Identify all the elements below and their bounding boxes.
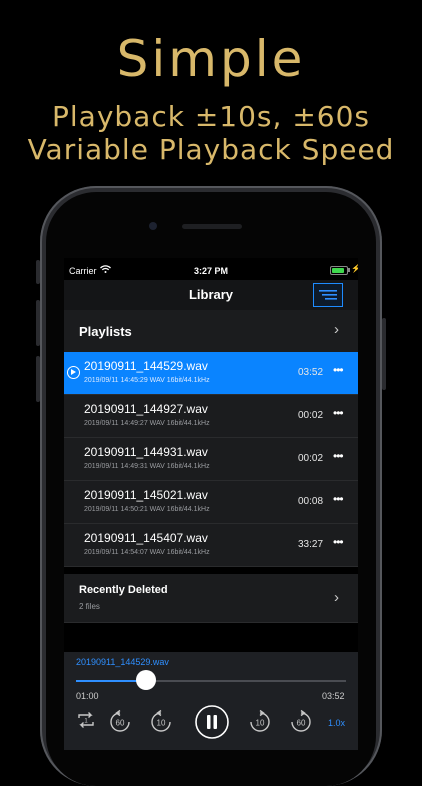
recently-deleted-count: 2 files: [79, 602, 100, 611]
recording-name: 20190911_145021.wav: [84, 488, 208, 502]
svg-text:1: 1: [84, 719, 88, 725]
rewind-60-label: 60: [116, 719, 125, 728]
forward-60-label: 60: [297, 719, 306, 728]
more-options-icon[interactable]: •••: [333, 363, 344, 377]
more-options-icon[interactable]: •••: [333, 492, 344, 506]
front-camera: [149, 222, 157, 230]
recording-meta: 2019/09/11 14:45:29 WAV 16bit/44.1kHz: [84, 377, 210, 384]
playlists-row[interactable]: Playlists ›: [64, 310, 358, 353]
recently-deleted-row[interactable]: Recently Deleted 2 files ›: [64, 574, 358, 623]
recently-deleted-label: Recently Deleted: [79, 584, 168, 596]
sort-filter-button[interactable]: [313, 283, 343, 307]
rewind-60-button[interactable]: 60: [107, 709, 133, 735]
recording-duration: 33:27: [298, 539, 324, 550]
recording-duration: 00:08: [298, 496, 324, 507]
rewind-10-button[interactable]: 10: [148, 709, 174, 735]
rewind-10-label: 10: [157, 719, 166, 728]
now-playing-title: 20190911_144529.wav: [76, 657, 169, 667]
playback-panel: 20190911_144529.wav 01:00 03:52 1 60 10: [64, 652, 358, 750]
recording-row[interactable]: 20190911_144529.wav 2019/09/11 14:45:29 …: [64, 352, 358, 395]
promo-line-2: Variable Playback Speed: [27, 133, 395, 166]
mute-switch: [36, 260, 40, 284]
battery-nub: [348, 268, 350, 272]
earpiece-speaker: [182, 224, 242, 229]
charging-bolt-icon: ⚡: [351, 264, 358, 273]
recording-name: 20190911_144931.wav: [84, 445, 208, 459]
total-time: 03:52: [322, 691, 345, 701]
promo-title: Simple: [116, 30, 306, 88]
recording-name: 20190911_145407.wav: [84, 531, 208, 545]
recording-duration: 00:02: [298, 453, 324, 464]
forward-60-button[interactable]: 60: [288, 709, 314, 735]
recording-meta: 2019/09/11 14:49:31 WAV 16bit/44.1kHz: [84, 463, 210, 470]
more-options-icon[interactable]: •••: [333, 449, 344, 463]
volume-down-button: [36, 356, 40, 402]
more-options-icon[interactable]: •••: [333, 535, 344, 549]
recording-name: 20190911_144927.wav: [84, 402, 208, 416]
recording-row[interactable]: 20190911_145407.wav 2019/09/11 14:54:07 …: [64, 524, 358, 567]
more-options-icon[interactable]: •••: [333, 406, 344, 420]
sort-lines-icon: [319, 290, 337, 300]
repeat-one-icon[interactable]: 1: [75, 709, 97, 731]
recording-meta: 2019/09/11 14:49:27 WAV 16bit/44.1kHz: [84, 420, 210, 427]
recording-meta: 2019/09/11 14:54:07 WAV 16bit/44.1kHz: [84, 549, 210, 556]
playlists-label: Playlists: [79, 324, 132, 339]
elapsed-time: 01:00: [76, 691, 99, 701]
recording-duration: 03:52: [298, 367, 324, 378]
status-time: 3:27 PM: [193, 266, 228, 276]
recording-name: 20190911_144529.wav: [84, 359, 208, 373]
volume-up-button: [36, 300, 40, 346]
status-bar: Carrier 3:27 PM ⚡: [64, 258, 358, 280]
chevron-right-icon: ›: [334, 321, 339, 338]
phone-screen: Carrier 3:27 PM ⚡ Library Playlists › 20…: [64, 258, 358, 750]
navigation-bar: Library: [64, 280, 358, 310]
chevron-right-icon: ›: [334, 589, 339, 606]
recording-meta: 2019/09/11 14:50:21 WAV 16bit/44.1kHz: [84, 506, 210, 513]
forward-10-button[interactable]: 10: [247, 709, 273, 735]
progress-track[interactable]: [76, 680, 346, 682]
recording-row[interactable]: 20190911_144931.wav 2019/09/11 14:49:31 …: [64, 438, 358, 481]
power-button: [382, 318, 386, 390]
forward-10-label: 10: [256, 719, 265, 728]
playback-speed-button[interactable]: 1.0x: [328, 718, 345, 728]
play-indicator-icon: [67, 366, 80, 379]
recording-row[interactable]: 20190911_145021.wav 2019/09/11 14:50:21 …: [64, 481, 358, 524]
promo-line-1: Playback ±10s, ±60s: [52, 100, 370, 133]
pause-button[interactable]: [194, 704, 230, 740]
battery-icon: [330, 266, 348, 275]
progress-slider-thumb[interactable]: [136, 670, 157, 690]
recording-duration: 00:02: [298, 410, 324, 421]
recording-row[interactable]: 20190911_144927.wav 2019/09/11 14:49:27 …: [64, 395, 358, 438]
